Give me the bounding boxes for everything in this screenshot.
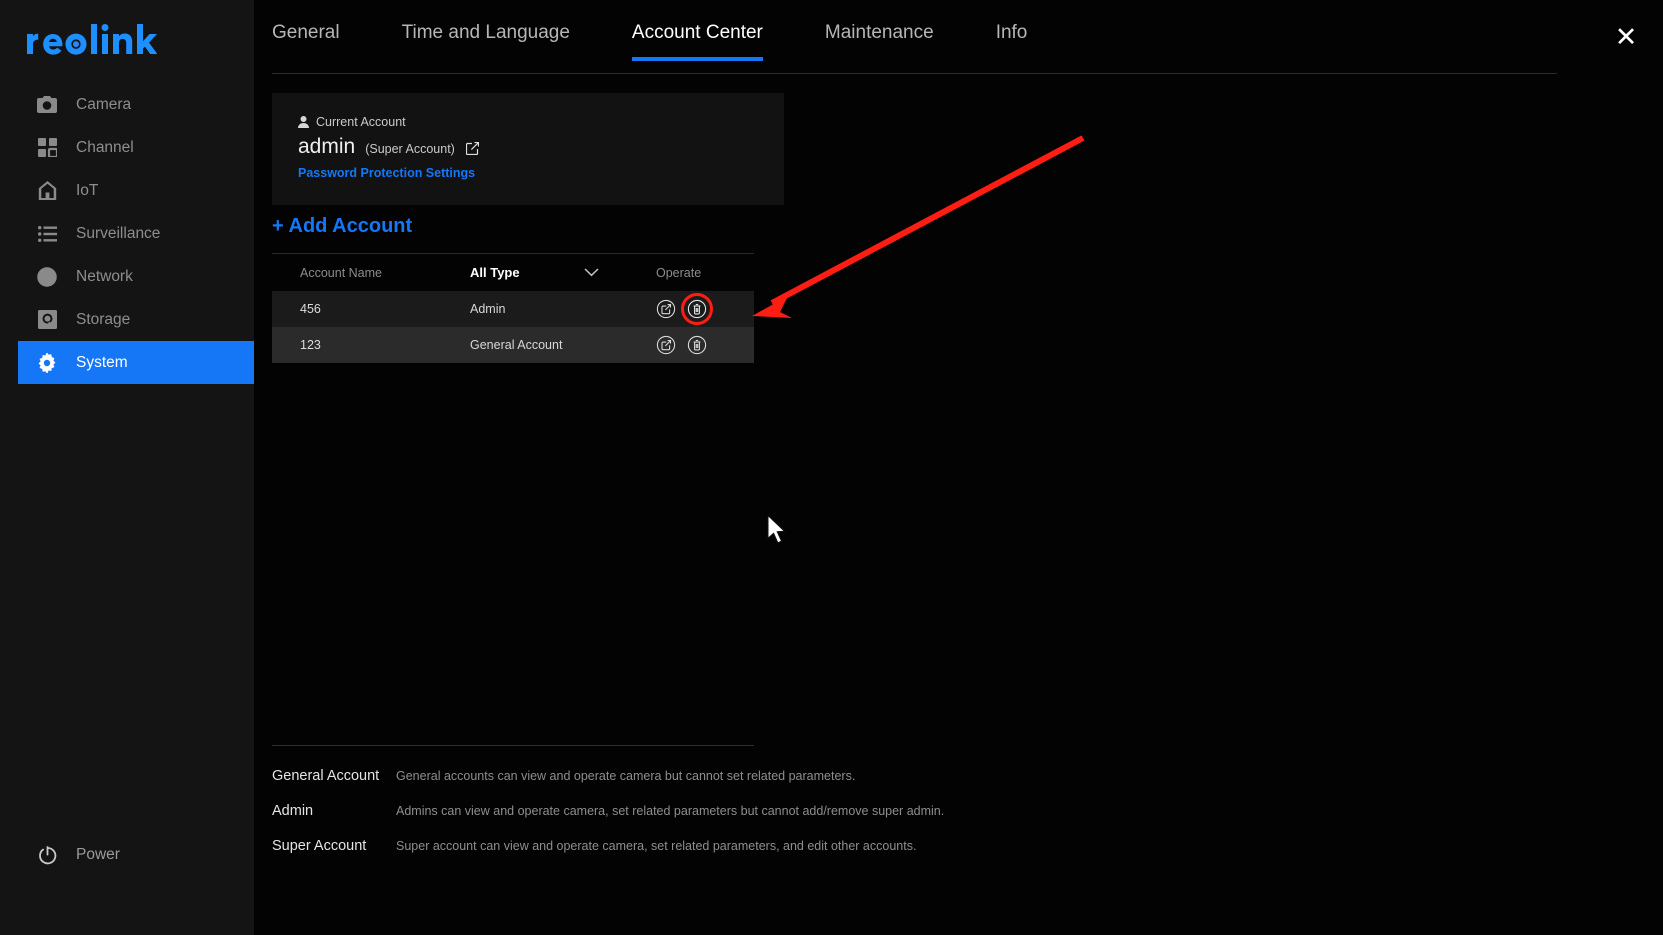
legend-description: Super account can view and operate camer… <box>396 839 917 853</box>
table-header-row: Account Name All Type Operate <box>272 253 754 291</box>
power-button[interactable]: Power <box>18 837 120 873</box>
delete-icon[interactable] <box>687 335 707 355</box>
globe-icon <box>36 266 58 288</box>
cell-operate <box>656 335 754 355</box>
grid-icon <box>36 137 58 159</box>
password-protection-settings-link[interactable]: Password Protection Settings <box>298 166 758 180</box>
sidebar-item-storage[interactable]: Storage <box>18 298 254 341</box>
sidebar-item-label: Surveillance <box>76 224 161 242</box>
user-icon <box>298 116 309 128</box>
table-row[interactable]: 123 General Account <box>272 327 754 363</box>
reolink-logo-icon <box>27 24 158 55</box>
table-row[interactable]: 456 Admin <box>272 291 754 327</box>
column-header-operate: Operate <box>656 265 702 280</box>
edit-icon[interactable] <box>656 299 676 319</box>
accounts-table: Account Name All Type Operate 456 Admin <box>272 253 754 363</box>
sidebar-item-camera[interactable]: Camera <box>18 83 254 126</box>
current-account-label: Current Account <box>316 115 406 129</box>
current-account-name: admin <box>298 135 356 158</box>
legend-item: Admin Admins can view and operate camera… <box>272 803 944 819</box>
current-account-role: (Super Account) <box>365 142 455 156</box>
app-root: Camera Channel IoT Surveillance Network … <box>0 0 1663 935</box>
sidebar-item-label: Channel <box>76 138 134 156</box>
legend-term: Super Account <box>272 838 367 854</box>
edit-icon[interactable] <box>656 335 676 355</box>
delete-icon[interactable] <box>681 293 713 325</box>
sidebar-item-surveillance[interactable]: Surveillance <box>18 212 254 255</box>
legend-term: Admin <box>272 803 314 819</box>
sidebar-item-label: System <box>76 353 128 371</box>
sidebar-item-label: Network <box>76 267 133 285</box>
legend-item: Super Account Super account can view and… <box>272 838 916 854</box>
legend-item: General Account General accounts can vie… <box>272 768 855 784</box>
tab-general[interactable]: General <box>272 22 340 60</box>
current-account-header: Current Account <box>298 115 758 129</box>
account-type-legend: General Account General accounts can vie… <box>272 745 944 873</box>
current-account-identity: admin (Super Account) <box>298 135 758 159</box>
chevron-down-icon[interactable] <box>584 268 599 277</box>
list-icon <box>36 223 58 245</box>
tab-time-and-language[interactable]: Time and Language <box>402 22 570 60</box>
close-icon[interactable]: ✕ <box>1607 18 1645 56</box>
cell-account-type: Admin <box>470 302 506 316</box>
sidebar: Camera Channel IoT Surveillance Network … <box>0 0 254 935</box>
tab-info[interactable]: Info <box>996 22 1028 60</box>
cell-operate <box>656 293 754 325</box>
sidebar-item-label: Camera <box>76 95 132 113</box>
column-header-type-filter[interactable]: All Type <box>470 265 656 280</box>
sidebar-item-label: Storage <box>76 310 131 328</box>
tab-maintenance[interactable]: Maintenance <box>825 22 934 60</box>
column-header-account-name: Account Name <box>300 265 382 280</box>
legend-term: General Account <box>272 768 380 784</box>
current-account-card: Current Account admin (Super Account) Pa… <box>272 93 784 205</box>
cell-account-type: General Account <box>470 338 563 352</box>
power-icon <box>36 844 58 866</box>
tab-bar: General Time and Language Account Center… <box>272 22 1557 74</box>
power-label: Power <box>76 846 120 863</box>
sidebar-item-label: IoT <box>76 181 99 199</box>
column-header-type-label: All Type <box>470 265 520 280</box>
cell-account-name: 456 <box>300 302 321 316</box>
sidebar-item-iot[interactable]: IoT <box>18 169 254 212</box>
camera-icon <box>36 94 58 116</box>
sidebar-item-system[interactable]: System <box>18 341 254 384</box>
tab-account-center[interactable]: Account Center <box>631 22 763 61</box>
edit-square-icon[interactable] <box>465 142 479 155</box>
hard-drive-icon <box>36 309 58 331</box>
legend-description: General accounts can view and operate ca… <box>396 769 856 783</box>
main-panel: ✕ General Time and Language Account Cent… <box>254 0 1663 935</box>
reolink-logo <box>25 22 158 62</box>
home-icon <box>36 180 58 202</box>
sidebar-item-channel[interactable]: Channel <box>18 126 254 169</box>
sidebar-nav: Camera Channel IoT Surveillance Network … <box>0 83 254 384</box>
cell-account-name: 123 <box>300 338 321 352</box>
mouse-cursor <box>767 514 786 544</box>
sidebar-item-network[interactable]: Network <box>18 255 254 298</box>
legend-description: Admins can view and operate camera, set … <box>396 804 945 818</box>
add-account-button[interactable]: + Add Account <box>272 215 412 238</box>
gear-icon <box>36 352 58 374</box>
